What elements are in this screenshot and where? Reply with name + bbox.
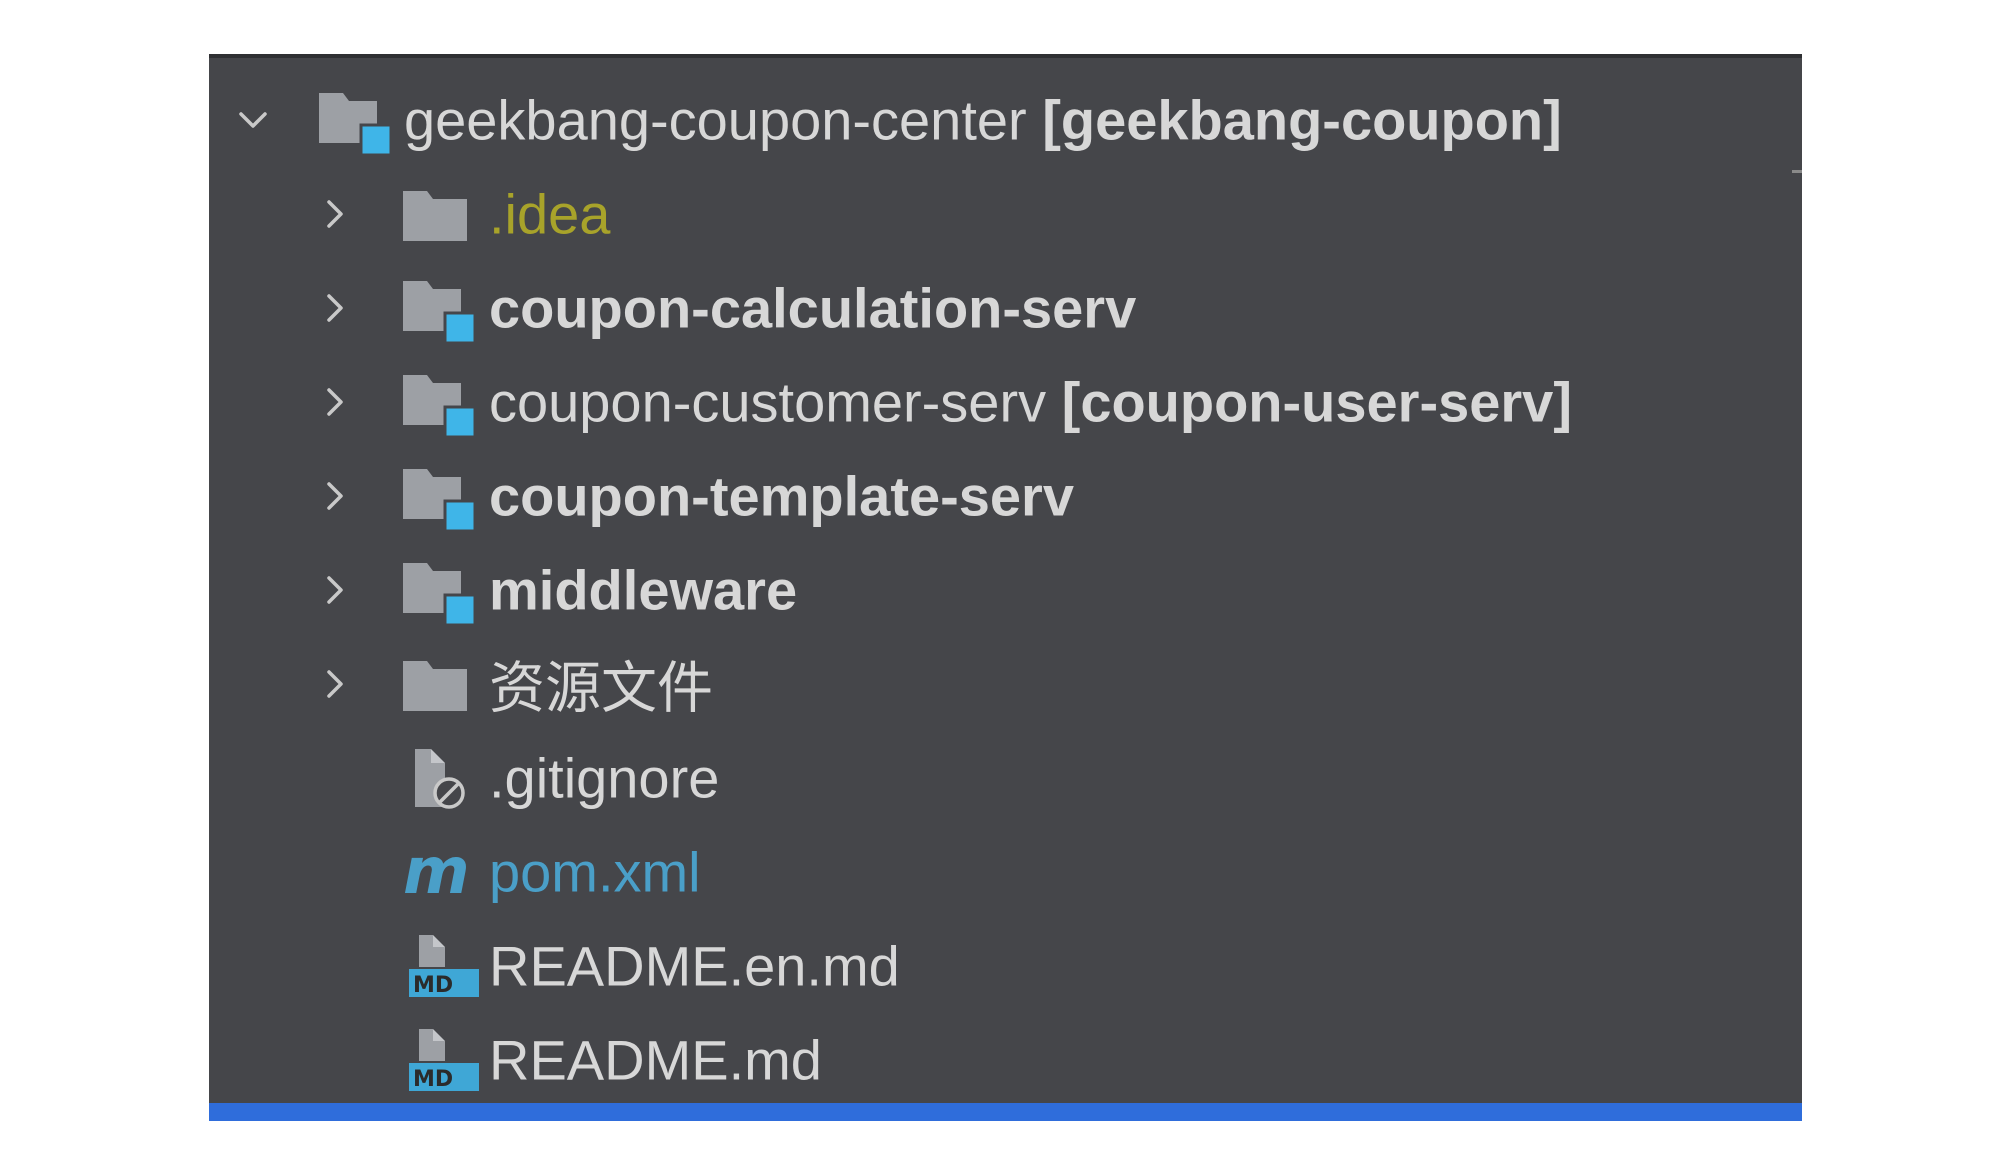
selection-highlight-bar <box>209 1103 1802 1121</box>
svg-text:m: m <box>403 837 470 907</box>
folder-icon <box>401 179 481 249</box>
tree-item-coupon-template-serv[interactable]: coupon-template-serv <box>209 448 1802 543</box>
tree-root-row[interactable]: geekbang-coupon-center [geekbang-coupon] <box>209 72 1802 167</box>
tree-item-label: coupon-customer-serv [coupon-user-serv] <box>489 370 1572 433</box>
tree-file-label: README.en.md <box>489 934 900 997</box>
tree-file-label: .gitignore <box>489 746 720 809</box>
chevron-right-icon[interactable] <box>317 196 353 232</box>
chevron-right-icon[interactable] <box>317 572 353 608</box>
markdown-file-icon: MD <box>401 1025 481 1095</box>
tree-file-readme[interactable]: MD README.md <box>209 1012 1802 1107</box>
module-folder-icon <box>401 461 481 531</box>
svg-text:MD: MD <box>413 973 453 998</box>
svg-text:MD: MD <box>413 1067 453 1092</box>
maven-icon: m <box>401 837 481 907</box>
tree-item-label: coupon-calculation-serv <box>489 276 1137 339</box>
project-tree-panel: geekbang-coupon-center [geekbang-coupon]… <box>209 54 1802 1121</box>
tree-item-label: .idea <box>489 182 611 245</box>
tree-file-readme-en[interactable]: MD README.en.md <box>209 918 1802 1013</box>
tree-file-label: README.md <box>489 1028 822 1091</box>
module-folder-icon <box>401 367 481 437</box>
ignore-file-icon <box>401 743 481 813</box>
tree-item-idea[interactable]: .idea <box>209 166 1802 261</box>
folder-icon <box>401 649 481 719</box>
tree-item-label: coupon-template-serv <box>489 464 1074 527</box>
module-folder-icon <box>401 273 481 343</box>
module-folder-icon <box>317 85 397 155</box>
chevron-right-icon[interactable] <box>317 666 353 702</box>
tree-item-coupon-calculation-serv[interactable]: coupon-calculation-serv <box>209 260 1802 355</box>
root-folder-label: geekbang-coupon-center [geekbang-coupon] <box>404 88 1562 151</box>
tree-item-middleware[interactable]: middleware <box>209 542 1802 637</box>
tree-item-label: 资源文件 <box>489 656 713 721</box>
chevron-right-icon[interactable] <box>317 290 353 326</box>
chevron-right-icon[interactable] <box>317 384 353 420</box>
module-folder-icon <box>401 555 481 625</box>
tree-item-coupon-customer-serv[interactable]: coupon-customer-serv [coupon-user-serv] <box>209 354 1802 449</box>
tree-item-resources[interactable]: 资源文件 <box>209 636 1802 731</box>
tree-item-label: middleware <box>489 558 798 621</box>
module-name-suffix: [coupon-user-serv] <box>1061 370 1572 433</box>
markdown-file-icon: MD <box>401 931 481 1001</box>
tree-file-label: pom.xml <box>489 840 701 903</box>
tree-file-gitignore[interactable]: .gitignore <box>209 730 1802 825</box>
chevron-down-icon[interactable] <box>235 102 271 138</box>
chevron-right-icon[interactable] <box>317 478 353 514</box>
tree-file-pom[interactable]: m pom.xml <box>209 824 1802 919</box>
